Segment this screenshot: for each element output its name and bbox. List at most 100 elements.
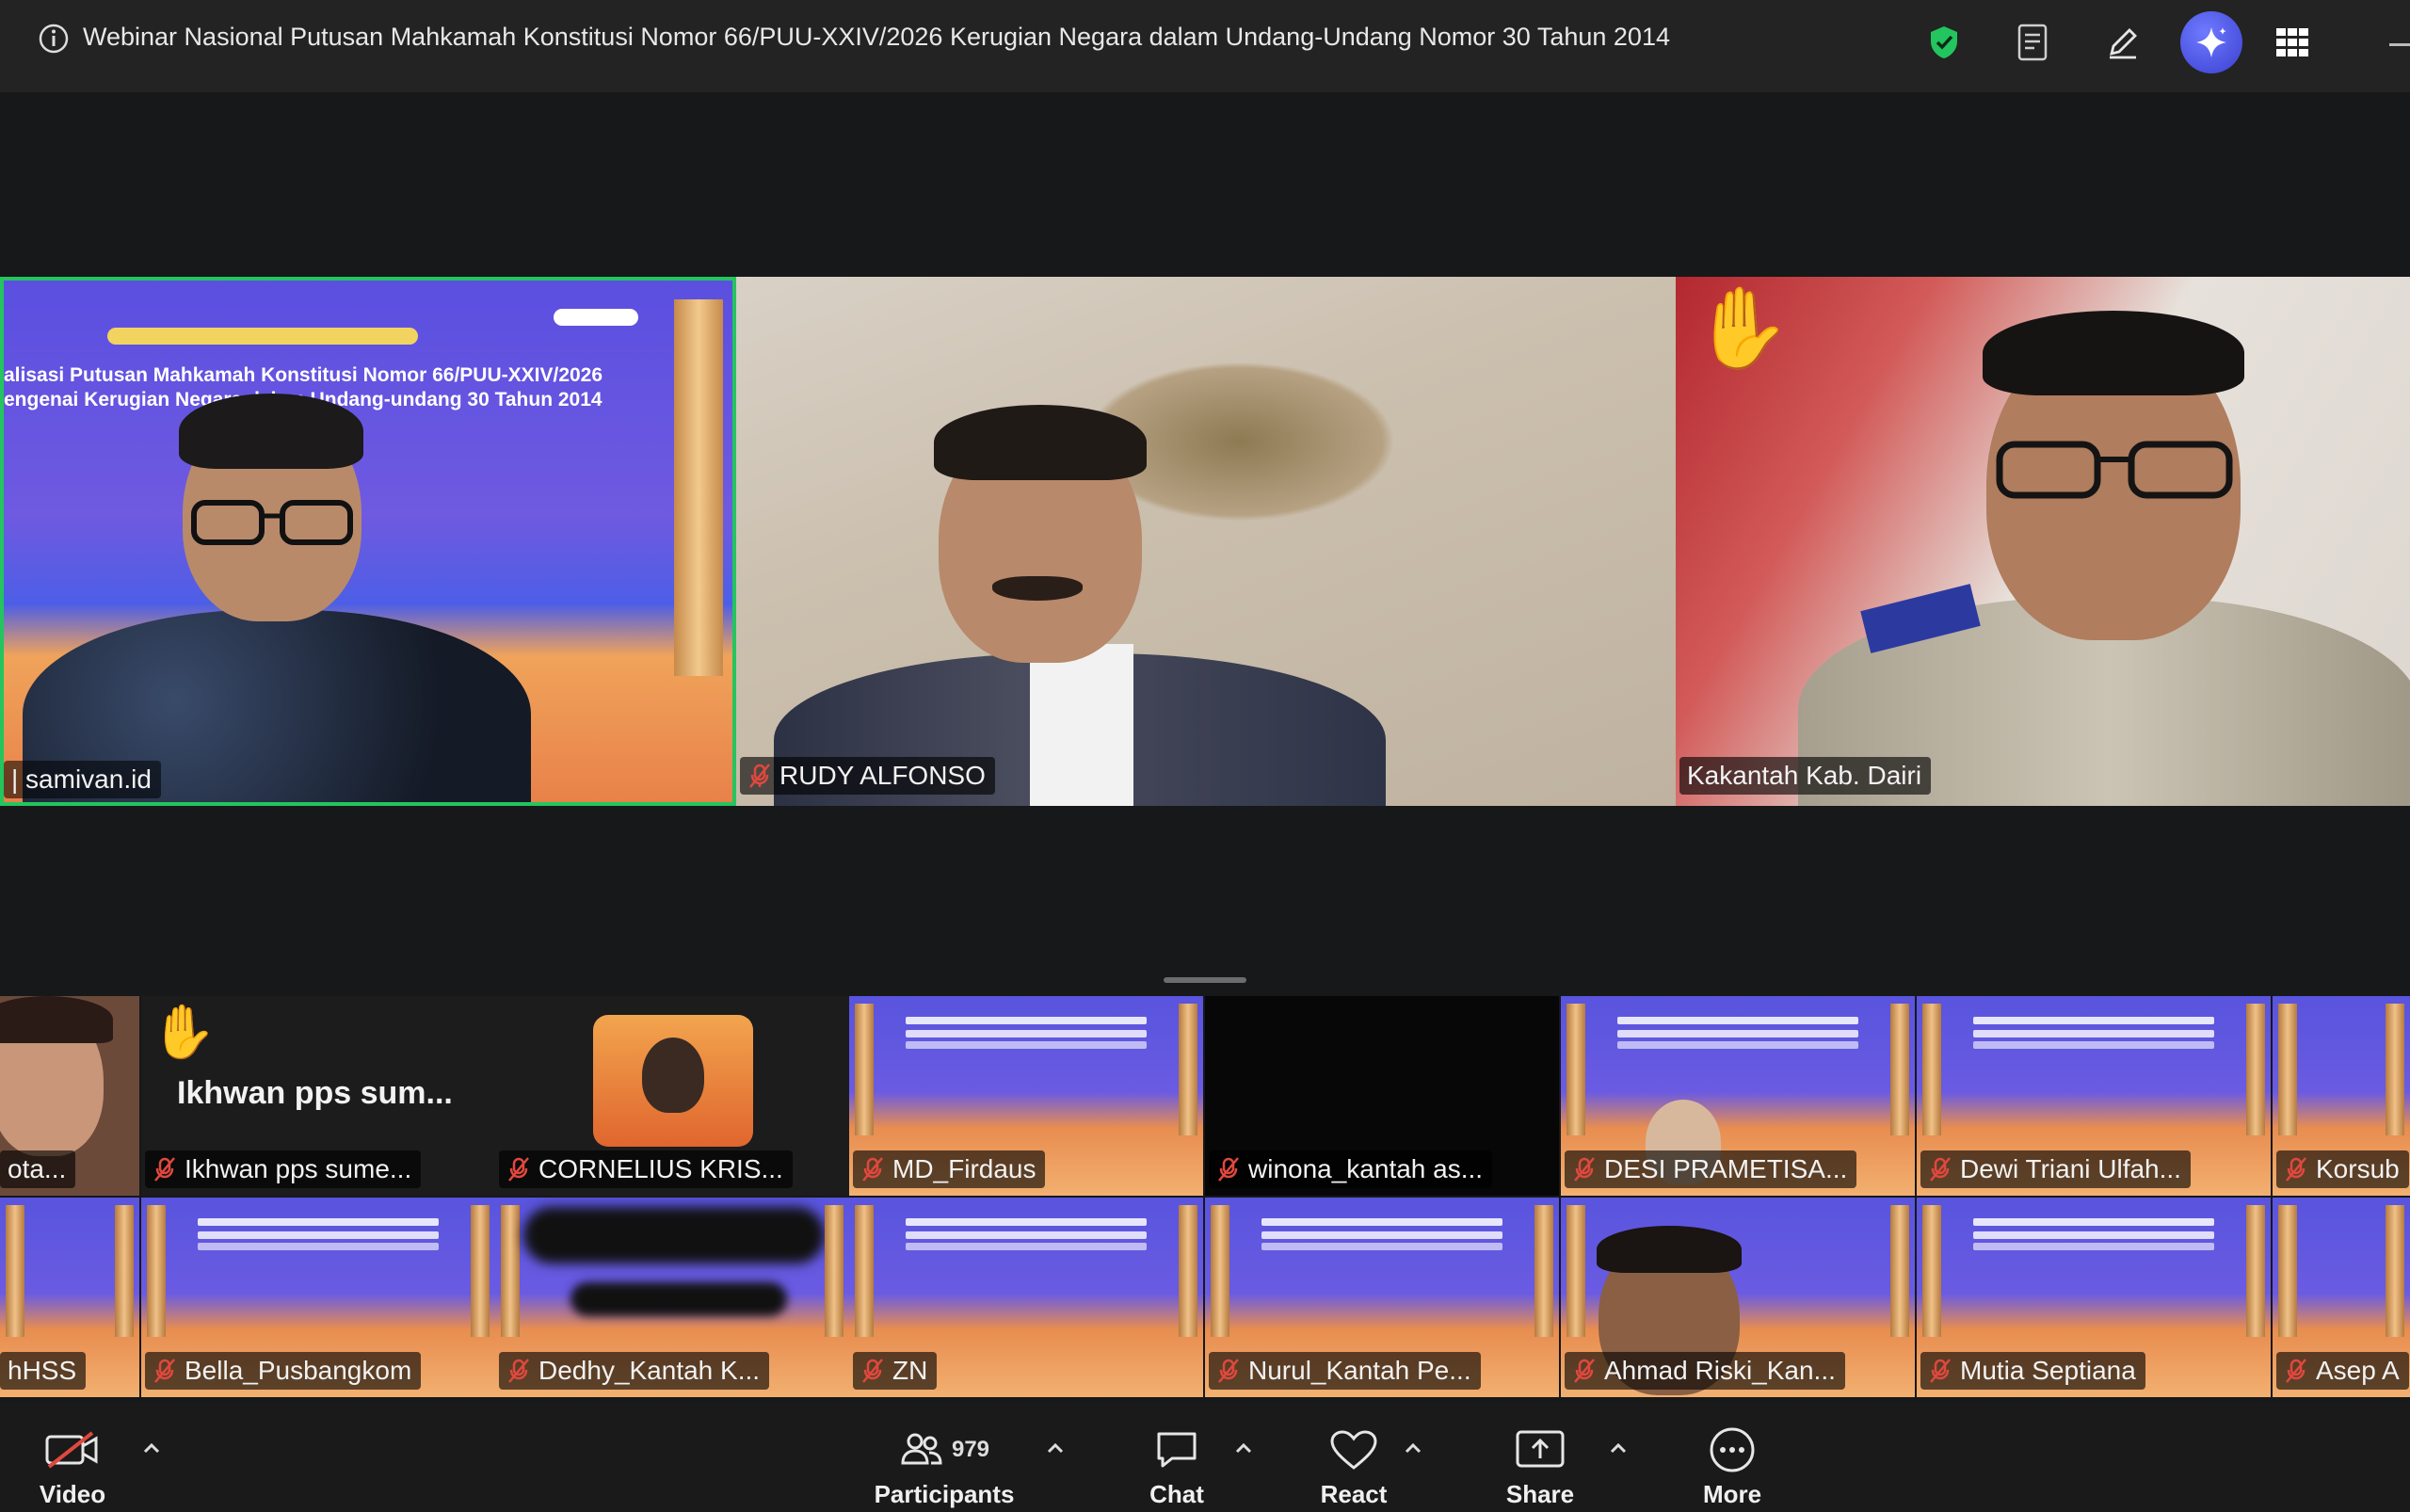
participant-name: Dedhy_Kantah K... — [538, 1356, 761, 1385]
slide-text — [906, 1218, 1147, 1226]
gallery-tile[interactable]: Asep A — [2273, 1198, 2410, 1397]
notes-icon[interactable] — [2007, 17, 2058, 68]
redacted-scribble — [523, 1207, 825, 1263]
slide-logo — [554, 309, 638, 326]
video-label: Video — [39, 1480, 106, 1508]
speaker-name: RUDY ALFONSO — [779, 761, 986, 790]
participant-name: Korsub — [2316, 1154, 2400, 1183]
mic-off-icon — [2286, 1157, 2306, 1182]
participant-name: ZN — [892, 1356, 928, 1385]
video-options-caret-icon[interactable] — [141, 1440, 162, 1456]
gallery-tile[interactable]: Dedhy_Kantah K... — [495, 1198, 849, 1397]
raised-hand-icon: ✋ — [151, 1002, 217, 1061]
gallery-tile[interactable]: ota... — [0, 996, 139, 1196]
participant-name-tag: hHSS — [0, 1352, 87, 1390]
gallery-tile[interactable]: ✋ Ikhwan pps sum... Ikhwan pps sume... — [141, 996, 495, 1196]
gallery-tile[interactable]: ZN — [849, 1198, 1203, 1397]
participants-options-caret-icon[interactable] — [1045, 1440, 1066, 1456]
gallery-tile[interactable]: Korsub — [2273, 996, 2410, 1196]
more-label: More — [1702, 1480, 1762, 1508]
slide-text — [198, 1218, 439, 1226]
participant-display-name: Ikhwan pps sum... — [177, 1075, 453, 1111]
speaker-name: Kakantah Kab. Dairi — [1687, 761, 1922, 790]
participant-name: Mutia Septiana — [1960, 1356, 2136, 1385]
share-screen-icon — [1514, 1425, 1566, 1474]
mic-off-icon — [1930, 1359, 1951, 1383]
heart-icon — [1328, 1425, 1379, 1474]
gallery-tile[interactable]: DESI PRAMETISA... — [1561, 996, 1915, 1196]
participant-name-tag: MD_Firdaus — [853, 1150, 1046, 1188]
shield-check-icon[interactable] — [1919, 17, 1969, 68]
chat-button[interactable]: Chat — [1141, 1401, 1213, 1512]
participant-name: Ahmad Riski_Kan... — [1604, 1356, 1836, 1385]
chat-options-caret-icon[interactable] — [1233, 1440, 1254, 1456]
gallery-tile[interactable]: Nurul_Kantah Pe... — [1205, 1198, 1559, 1397]
participants-label: Participants — [874, 1480, 1015, 1508]
mic-off-icon — [1218, 1157, 1239, 1182]
gallery-tile[interactable]: Bella_Pusbangkom — [141, 1198, 495, 1397]
react-button[interactable]: React — [1316, 1401, 1391, 1512]
info-icon[interactable] — [38, 23, 70, 55]
speaker-tile-rudy[interactable]: RUDY ALFONSO — [736, 277, 1676, 806]
share-options-caret-icon[interactable] — [1608, 1440, 1629, 1456]
mic-off-icon — [1930, 1157, 1951, 1182]
participant-name: hHSS — [8, 1356, 77, 1385]
gallery-tile[interactable]: hHSS — [0, 1198, 139, 1397]
participants-button[interactable]: 979 Participants — [874, 1401, 1015, 1512]
participant-name-tag: Ikhwan pps sume... — [145, 1150, 422, 1188]
avatar — [593, 1015, 753, 1147]
participant-name: Ikhwan pps sume... — [185, 1154, 412, 1183]
minimize-dash[interactable] — [2389, 43, 2410, 46]
react-options-caret-icon[interactable] — [1403, 1440, 1423, 1456]
video-button[interactable]: Video — [34, 1401, 111, 1512]
avatar-figure — [642, 1037, 704, 1113]
participant-name-tag: Asep A — [2276, 1352, 2409, 1390]
participant-name: DESI PRAMETISA... — [1604, 1154, 1848, 1183]
participant-name: CORNELIUS KRIS... — [538, 1154, 783, 1183]
speaker-name-tag: | samivan.id — [4, 761, 161, 798]
gallery-tile[interactable]: MD_Firdaus — [849, 996, 1203, 1196]
participant-name-tag: Bella_Pusbangkom — [145, 1352, 422, 1390]
participant-name: winona_kantah as... — [1248, 1154, 1484, 1183]
ai-companion-icon[interactable] — [2180, 11, 2242, 73]
slide-column — [674, 299, 723, 676]
video-stage: alisasi Putusan Mahkamah Konstitusi Nomo… — [0, 92, 2410, 1401]
mic-off-icon — [2286, 1359, 2306, 1383]
speaker-tile-samivan[interactable]: alisasi Putusan Mahkamah Konstitusi Nomo… — [0, 277, 736, 806]
mic-off-icon — [1574, 1359, 1595, 1383]
mic-off-icon — [862, 1359, 883, 1383]
participant-name: Dewi Triani Ulfah... — [1960, 1154, 2181, 1183]
share-button[interactable]: Share — [1502, 1401, 1578, 1512]
speaker-tile-kakantah[interactable]: ✋ Kakantah Kab. Dairi — [1676, 277, 2410, 806]
chat-label: Chat — [1149, 1480, 1204, 1508]
annotate-pencil-icon[interactable] — [2097, 17, 2148, 68]
redacted-scribble — [570, 1282, 787, 1316]
participant-name-tag: winona_kantah as... — [1209, 1150, 1493, 1188]
slide-text — [1973, 1218, 2214, 1226]
participant-name-tag: ZN — [853, 1352, 938, 1390]
speaker-mustache — [992, 576, 1083, 601]
mic-off-icon — [1218, 1359, 1239, 1383]
more-dots-icon — [1708, 1425, 1757, 1474]
react-label: React — [1320, 1480, 1388, 1508]
speaker-hair — [179, 394, 363, 469]
more-button[interactable]: More — [1695, 1401, 1770, 1512]
meeting-title: Webinar Nasional Putusan Mahkamah Konsti… — [83, 23, 1670, 51]
slide-line-1: alisasi Putusan Mahkamah Konstitusi Nomo… — [4, 364, 603, 386]
slide-text — [1617, 1017, 1858, 1024]
share-label: Share — [1505, 1480, 1575, 1508]
glasses-icon — [1996, 441, 2233, 499]
resize-handle[interactable] — [1164, 977, 1246, 983]
grid-view-icon[interactable] — [2267, 17, 2318, 68]
gallery-tile[interactable]: winona_kantah as... — [1205, 996, 1559, 1196]
mic-off-icon — [1574, 1157, 1595, 1182]
participant-name-tag: Dewi Triani Ulfah... — [1920, 1150, 2191, 1188]
gallery-tile[interactable]: Dewi Triani Ulfah... — [1917, 996, 2271, 1196]
gallery-tile[interactable]: Ahmad Riski_Kan... — [1561, 1198, 1915, 1397]
gallery-tile[interactable]: CORNELIUS KRIS... — [495, 996, 849, 1196]
participant-name: Nurul_Kantah Pe... — [1248, 1356, 1471, 1385]
mic-off-icon — [508, 1157, 529, 1182]
slide-text — [906, 1017, 1147, 1024]
gallery-tile[interactable]: Mutia Septiana — [1917, 1198, 2271, 1397]
speaker-name-tag: RUDY ALFONSO — [740, 757, 995, 795]
